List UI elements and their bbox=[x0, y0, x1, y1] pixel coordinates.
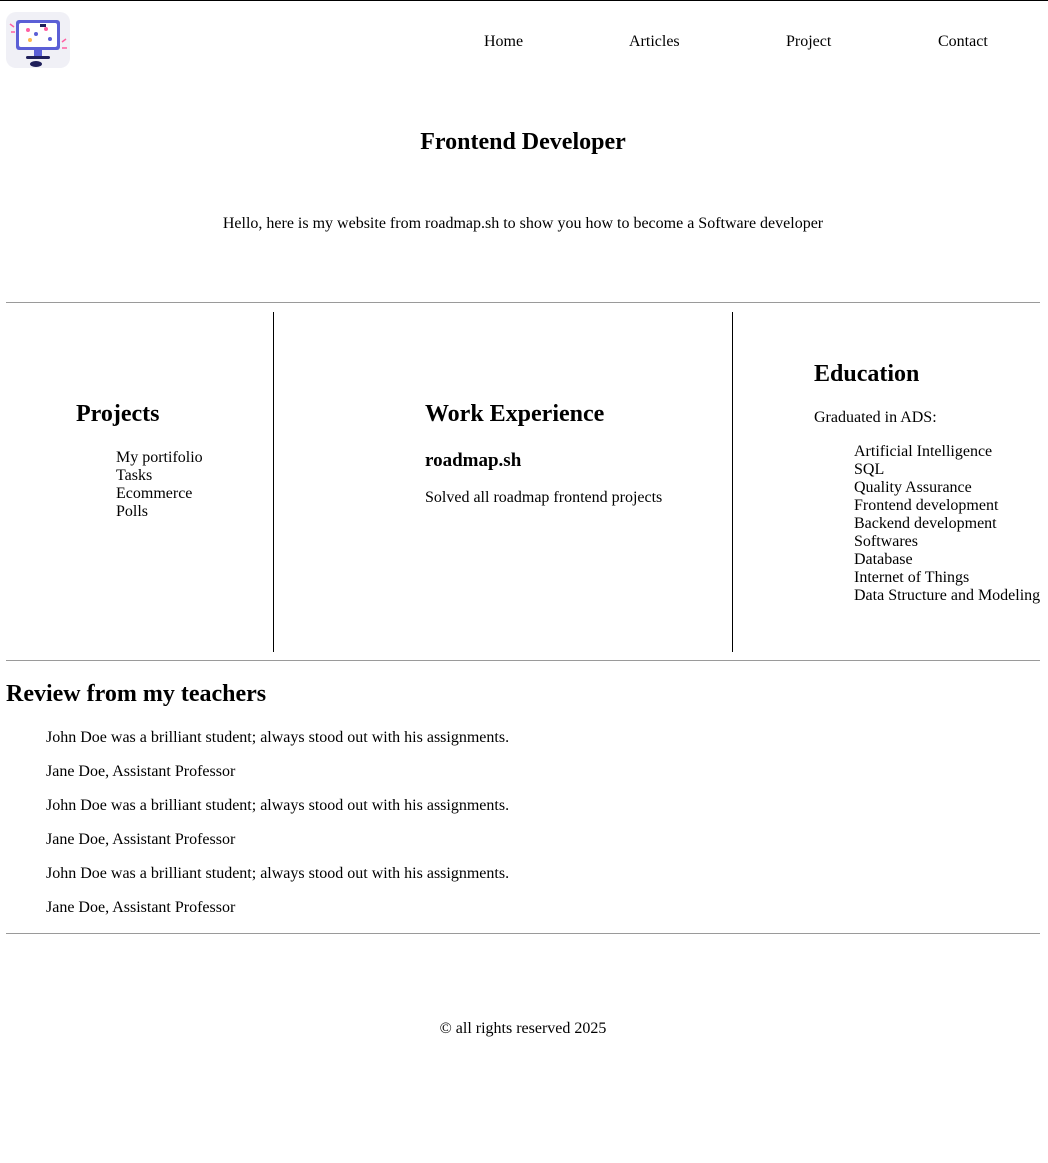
footer-copyright: © all rights reserved 2025 bbox=[439, 1020, 607, 1037]
review-author: Jane Doe, Assistant Professor bbox=[46, 831, 236, 848]
developer-illustration-icon bbox=[6, 12, 70, 68]
education-item: Internet of Things bbox=[854, 569, 970, 586]
nav-articles-link[interactable]: Articles bbox=[629, 33, 680, 51]
review-quote: John Doe was a brilliant student; always… bbox=[46, 729, 510, 746]
nav-home-link[interactable]: Home bbox=[484, 33, 523, 51]
education-item: Quality Assurance bbox=[854, 479, 972, 496]
nav-project-link[interactable]: Project bbox=[786, 33, 831, 51]
education-heading: Education bbox=[814, 361, 920, 387]
projects-list: My portifolio Tasks Ecommerce Polls bbox=[116, 449, 203, 521]
project-item: My portifolio bbox=[116, 449, 203, 466]
education-item: Backend development bbox=[854, 515, 997, 532]
divider-bottom bbox=[6, 933, 1040, 934]
project-item: Tasks bbox=[116, 467, 153, 484]
hero-intro-text: Hello, here is my website from roadmap.s… bbox=[222, 215, 824, 232]
project-item: Ecommerce bbox=[116, 485, 193, 502]
project-item: Polls bbox=[116, 503, 149, 520]
work-description: Solved all roadmap frontend projects bbox=[425, 489, 663, 506]
column-divider-left bbox=[273, 312, 274, 652]
review-author: Jane Doe, Assistant Professor bbox=[46, 899, 236, 916]
education-item: SQL bbox=[854, 461, 885, 478]
divider-middle bbox=[6, 660, 1040, 661]
nav-contact-link[interactable]: Contact bbox=[938, 33, 988, 51]
review-quote: John Doe was a brilliant student; always… bbox=[46, 865, 510, 882]
education-intro: Graduated in ADS: bbox=[814, 409, 937, 426]
education-item: Artificial Intelligence bbox=[854, 443, 993, 460]
review-author: Jane Doe, Assistant Professor bbox=[46, 763, 236, 780]
education-item: Frontend development bbox=[854, 497, 999, 514]
education-item: Data Structure and Modeling bbox=[854, 587, 1041, 604]
divider-top bbox=[6, 302, 1040, 303]
column-divider-right bbox=[732, 312, 733, 652]
reviews-heading: Review from my teachers bbox=[6, 681, 267, 707]
work-company-name: roadmap.sh bbox=[425, 450, 522, 471]
review-quote: John Doe was a brilliant student; always… bbox=[46, 797, 510, 814]
work-experience-heading: Work Experience bbox=[425, 401, 605, 427]
education-item: Database bbox=[854, 551, 913, 568]
projects-heading: Projects bbox=[76, 401, 160, 427]
education-list: Artificial Intelligence SQL Quality Assu… bbox=[854, 443, 1040, 605]
hero-title: Frontend Developer bbox=[420, 129, 626, 155]
site-logo[interactable] bbox=[6, 12, 70, 68]
education-item: Softwares bbox=[854, 533, 918, 550]
